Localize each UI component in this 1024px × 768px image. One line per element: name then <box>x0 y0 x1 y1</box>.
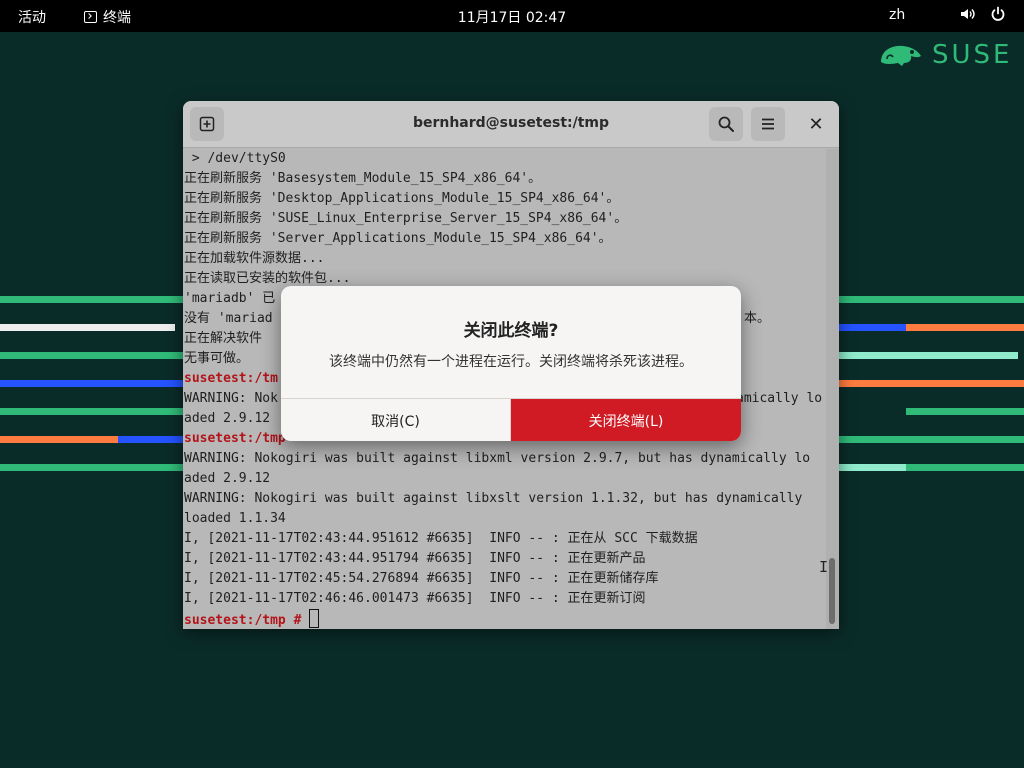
line-fragment: amically lo <box>736 391 823 406</box>
close-window-button[interactable]: ✕ <box>803 111 829 137</box>
background-stripe <box>0 464 183 471</box>
scrollbar-thumb[interactable] <box>829 558 835 624</box>
terminal-line: loaded 1.1.34 <box>184 511 286 526</box>
dialog-message: 该终端中仍然有一个进程在运行。关闭终端将杀死该进程。 <box>329 354 693 370</box>
terminal-line: 正在刷新服务 'Basesystem_Module_15_SP4_x86_64'… <box>184 171 542 186</box>
power-icon <box>991 6 1005 21</box>
background-stripe <box>839 436 1024 443</box>
scrollbar[interactable] <box>826 149 839 629</box>
background-stripe <box>0 436 118 443</box>
suse-wordmark: SUSE <box>932 40 1013 70</box>
terminal-line: I, [2021-11-17T02:43:44.951794 #6635] IN… <box>184 551 646 566</box>
terminal-line: > /dev/ttyS0 <box>184 151 286 166</box>
line-fragment: 本。 <box>744 311 771 326</box>
app-menu-label: 终端 <box>103 10 131 26</box>
terminal-line: 正在加载软件源数据... <box>184 251 325 266</box>
hamburger-menu-icon <box>762 118 774 130</box>
terminal-line: WARNING: Nokogiri was built against libx… <box>184 451 811 466</box>
line-fragment: WARNING: Nok <box>184 391 278 406</box>
background-stripe <box>0 324 175 331</box>
close-terminal-dialog: 关闭此终端? 该终端中仍然有一个进程在运行。关闭终端将杀死该进程。 取消(C) … <box>281 286 741 441</box>
window-titlebar[interactable]: bernhard@susetest:/tmp ✕ <box>183 101 839 148</box>
close-terminal-button[interactable]: 关闭终端(L) <box>511 399 741 441</box>
background-stripe <box>839 380 1024 387</box>
app-menu[interactable]: 终端 <box>84 7 131 27</box>
background-stripe <box>0 408 183 415</box>
terminal-line: I, [2021-11-17T02:45:54.276894 #6635] IN… <box>184 571 659 586</box>
terminal-line: 正在刷新服务 'SUSE_Linux_Enterprise_Server_15_… <box>184 211 628 226</box>
cancel-button[interactable]: 取消(C) <box>281 399 511 441</box>
terminal-icon <box>84 11 97 23</box>
terminal-line: 正在刷新服务 'Server_Applications_Module_15_SP… <box>184 231 612 246</box>
menu-button[interactable] <box>751 107 785 141</box>
clock[interactable]: 11月17日 02:47 <box>458 10 566 26</box>
background-stripe <box>118 436 183 443</box>
search-icon <box>718 116 734 132</box>
terminal-line: aded 2.9.12 <box>184 471 271 486</box>
background-stripe <box>906 408 1024 415</box>
line-fragment: 没有 'mariad <box>184 311 273 326</box>
background-stripe <box>906 324 1024 331</box>
background-stripe <box>839 352 1018 359</box>
background-stripe <box>906 464 1024 471</box>
close-icon: ✕ <box>808 113 824 135</box>
mouse-ibeam-cursor: I <box>819 558 829 576</box>
terminal-line: 正在刷新服务 'Desktop_Applications_Module_15_S… <box>184 191 620 206</box>
language-indicator[interactable]: zh <box>889 7 905 23</box>
terminal-line: I, [2021-11-17T02:46:46.001473 #6635] IN… <box>184 591 646 606</box>
dialog-title: 关闭此终端? <box>463 321 559 341</box>
activities-button[interactable]: 活动 <box>18 7 46 27</box>
top-bar: 活动 终端 11月17日 02:47 zh <box>0 0 1024 32</box>
terminal-line: susetest:/tmp # <box>184 609 824 629</box>
background-stripe <box>0 380 183 387</box>
dialog-buttons: 取消(C) 关闭终端(L) <box>281 398 741 441</box>
system-menu[interactable] <box>960 6 1006 22</box>
background-stripe <box>839 324 906 331</box>
shell-prompt: susetest:/tmp # <box>184 613 302 628</box>
terminal-line: WARNING: Nokogiri was built against libx… <box>184 491 803 506</box>
suse-logo: SUSE <box>878 40 1012 70</box>
terminal-line: I, [2021-11-17T02:43:44.951612 #6635] IN… <box>184 531 698 546</box>
background-stripe <box>0 352 183 359</box>
chameleon-icon <box>881 45 921 66</box>
text-cursor <box>309 609 320 628</box>
search-button[interactable] <box>709 107 743 141</box>
background-stripe <box>839 296 1024 303</box>
background-stripe <box>839 464 906 471</box>
background-stripe <box>0 296 183 303</box>
volume-icon <box>961 9 975 19</box>
